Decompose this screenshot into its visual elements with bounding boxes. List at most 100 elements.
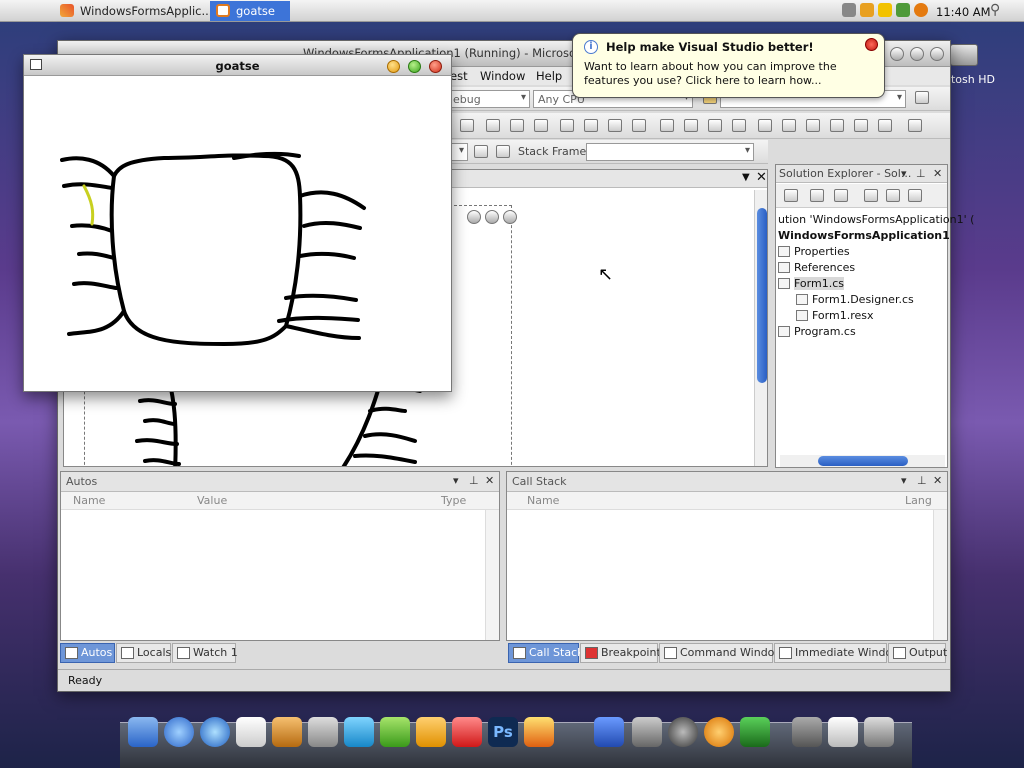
- menu-help[interactable]: Help: [536, 69, 562, 83]
- power-icon[interactable]: [668, 717, 698, 747]
- same-size-icon[interactable]: [608, 119, 622, 132]
- pane-dropdown-icon[interactable]: ▾: [453, 474, 459, 487]
- pin-icon[interactable]: ⊥: [469, 474, 479, 487]
- callstack-col-lang[interactable]: Lang: [905, 494, 932, 507]
- mail-icon[interactable]: [828, 717, 858, 747]
- tab-breakpoints[interactable]: Breakpoints: [580, 643, 667, 663]
- tree-solution[interactable]: ution 'WindowsFormsApplication1' (: [778, 213, 974, 226]
- autos-col-name[interactable]: Name: [73, 494, 105, 507]
- hard-drive-label[interactable]: ntosh HD: [944, 73, 995, 86]
- autos-scrollbar[interactable]: [485, 510, 499, 640]
- vs-close-button[interactable]: [930, 47, 944, 61]
- grid-icon[interactable]: [632, 119, 646, 132]
- search-icon[interactable]: [704, 717, 734, 747]
- align-bottom-icon[interactable]: [534, 119, 548, 132]
- align-middle-icon[interactable]: [510, 119, 524, 132]
- designer-scroll-thumb[interactable]: [757, 208, 767, 383]
- apps-icon[interactable]: [272, 717, 302, 747]
- designer-vertical-scrollbar[interactable]: [754, 190, 767, 466]
- chart-icon[interactable]: [740, 717, 770, 747]
- trash-icon[interactable]: [864, 717, 894, 747]
- search-tray-icon[interactable]: [914, 3, 928, 17]
- maximize-button[interactable]: [408, 60, 421, 73]
- tab-watch1[interactable]: Watch 1: [172, 643, 238, 663]
- kp-icon[interactable]: [380, 717, 410, 747]
- align-top-icon[interactable]: [486, 119, 500, 132]
- tree-references[interactable]: References: [778, 261, 855, 274]
- pin-icon[interactable]: ⊥: [917, 474, 927, 487]
- find-icon[interactable]: [915, 91, 929, 104]
- vs-tray-icon[interactable]: [860, 3, 874, 17]
- taskbar-tab-goatse[interactable]: goatse: [210, 1, 290, 21]
- tree-form1[interactable]: Form1.cs: [778, 277, 844, 290]
- pane-close-icon[interactable]: ✕: [933, 167, 942, 180]
- pane-close-icon[interactable]: ✕: [485, 474, 494, 487]
- vspace-equal-icon[interactable]: [758, 119, 772, 132]
- bring-front-icon[interactable]: [908, 119, 922, 132]
- pane-close-icon[interactable]: ✕: [933, 474, 942, 487]
- solution-horizontal-scrollbar[interactable]: [780, 455, 945, 467]
- flag-icon[interactable]: [496, 145, 510, 158]
- keyboard-icon[interactable]: [842, 3, 856, 17]
- same-width-icon[interactable]: [560, 119, 574, 132]
- tab-autos[interactable]: Autos: [60, 643, 115, 663]
- clock[interactable]: 11:40 AM: [936, 5, 991, 19]
- shield-icon[interactable]: [878, 3, 892, 17]
- center-v-icon[interactable]: [878, 119, 892, 132]
- minimize-button[interactable]: [387, 60, 400, 73]
- balloon-body[interactable]: Want to learn about how you can improve …: [584, 60, 874, 88]
- class-diagram-icon[interactable]: [908, 189, 922, 202]
- calculator-icon[interactable]: [308, 717, 338, 747]
- show-all-files-icon[interactable]: [810, 189, 824, 202]
- hspace-inc-icon[interactable]: [684, 119, 698, 132]
- hspace-dec-icon[interactable]: [708, 119, 722, 132]
- tab-output[interactable]: Output: [888, 643, 947, 663]
- center-h-icon[interactable]: [854, 119, 868, 132]
- p-icon[interactable]: [416, 717, 446, 747]
- filter-icon[interactable]: [474, 145, 488, 158]
- pin-icon[interactable]: ⊥: [916, 167, 926, 180]
- hard-drive-icon[interactable]: [950, 44, 978, 66]
- quicktime-icon[interactable]: [200, 717, 230, 747]
- callstack-col-name[interactable]: Name: [527, 494, 559, 507]
- tree-properties[interactable]: Properties: [778, 245, 850, 258]
- spotlight-icon[interactable]: ⚲: [990, 2, 1000, 18]
- vs-maximize-button[interactable]: [910, 47, 924, 61]
- taskbar-tab-vs[interactable]: WindowsFormsApplic...: [54, 1, 212, 21]
- network-icon[interactable]: [896, 3, 910, 17]
- align-left-icon[interactable]: [460, 119, 474, 132]
- tab-locals[interactable]: Locals: [116, 643, 171, 663]
- menu-test[interactable]: est: [450, 69, 468, 83]
- textedit-icon[interactable]: [236, 717, 266, 747]
- cross-icon[interactable]: [524, 717, 554, 747]
- pane-dropdown-icon[interactable]: ▾: [901, 167, 907, 180]
- wc-icon[interactable]: [344, 717, 374, 747]
- tab-immediate-window[interactable]: Immediate Window: [774, 643, 901, 663]
- pane-dropdown-icon[interactable]: ▾: [901, 474, 907, 487]
- config-combo[interactable]: ebug: [448, 90, 530, 108]
- safari-icon[interactable]: [164, 717, 194, 747]
- tab-command-window[interactable]: Command Window: [659, 643, 783, 663]
- balloon-close-button[interactable]: [865, 38, 878, 51]
- document-close-icon[interactable]: ✕: [756, 170, 767, 185]
- vs-minimize-button[interactable]: [890, 47, 904, 61]
- same-height-icon[interactable]: [584, 119, 598, 132]
- a-icon[interactable]: [452, 717, 482, 747]
- close-button[interactable]: [429, 60, 442, 73]
- app-icon[interactable]: [594, 717, 624, 747]
- vspace-remove-icon[interactable]: [830, 119, 844, 132]
- photoshop-icon[interactable]: Ps: [488, 717, 518, 747]
- drawing-canvas[interactable]: [24, 76, 451, 391]
- callstack-scrollbar[interactable]: [933, 510, 947, 640]
- solution-scroll-thumb[interactable]: [818, 456, 908, 466]
- stack-frame-combo[interactable]: [586, 143, 754, 161]
- autos-col-value[interactable]: Value: [197, 494, 227, 507]
- view-designer-icon[interactable]: [886, 189, 900, 202]
- tree-program[interactable]: Program.cs: [778, 325, 856, 338]
- tree-form1-designer[interactable]: Form1.Designer.cs: [796, 293, 914, 306]
- properties-icon[interactable]: [784, 189, 798, 202]
- finder-icon[interactable]: [128, 717, 158, 747]
- vspace-inc-icon[interactable]: [782, 119, 796, 132]
- refresh-icon[interactable]: [834, 189, 848, 202]
- down-icon[interactable]: [792, 717, 822, 747]
